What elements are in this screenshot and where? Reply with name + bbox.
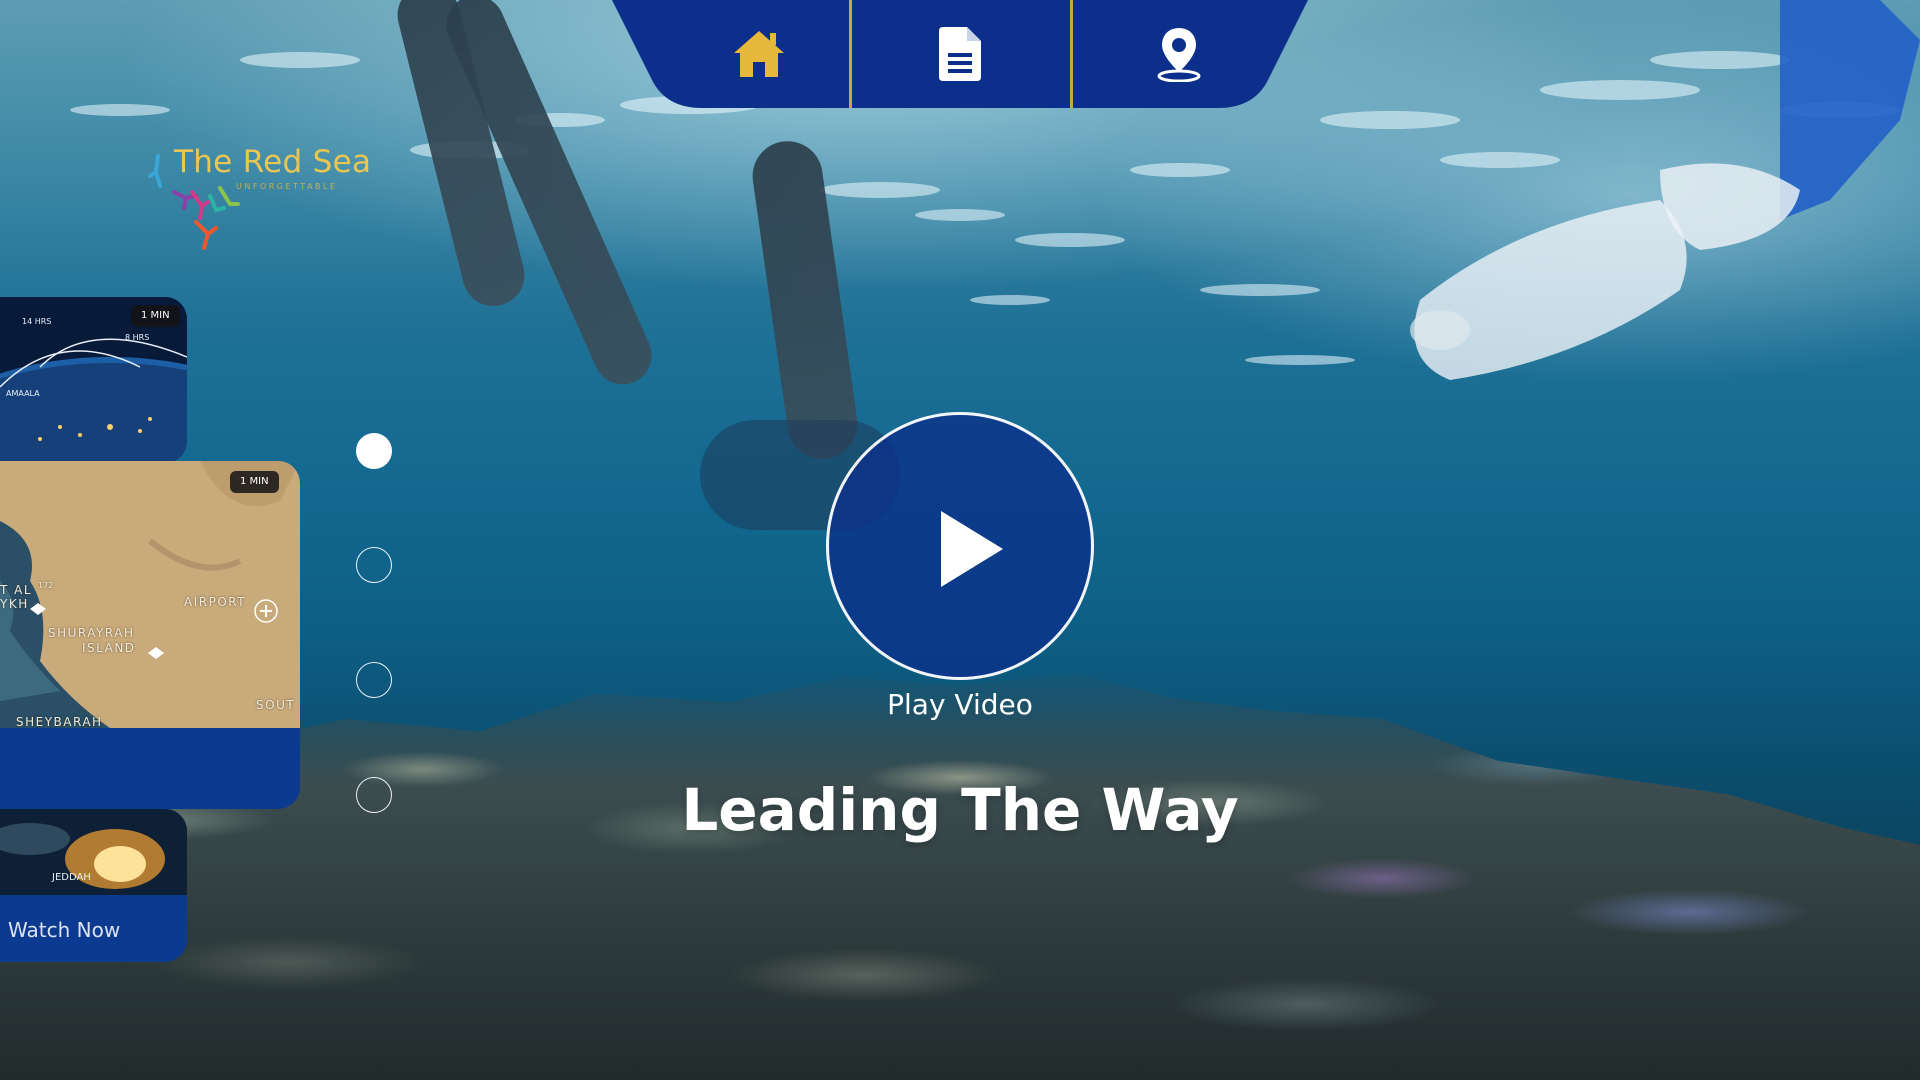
map-label: 172 bbox=[38, 581, 54, 590]
map-label: T AL bbox=[0, 583, 33, 597]
map-label: AIRPORT bbox=[184, 595, 247, 609]
nav-documents-button[interactable] bbox=[852, 0, 1070, 108]
pagination-dot-3[interactable] bbox=[356, 662, 392, 698]
pagination-dot-4[interactable] bbox=[356, 777, 392, 813]
pagination-dot-1[interactable] bbox=[356, 433, 392, 469]
brand-logo: The Red Sea UNFORGETTABLE bbox=[146, 144, 371, 250]
map-label: SHURAYRAH bbox=[48, 626, 135, 640]
map-label: 14 HRS bbox=[22, 317, 52, 326]
play-video-label[interactable]: Play Video bbox=[760, 688, 1160, 721]
nav-home-button[interactable] bbox=[650, 0, 868, 108]
pagination-dot-2[interactable] bbox=[356, 547, 392, 583]
location-pin-icon bbox=[1157, 28, 1201, 82]
map-label: YKH bbox=[0, 597, 29, 611]
map-label: ISLAND bbox=[82, 641, 136, 655]
map-label: AMAALA bbox=[6, 389, 40, 398]
hero-headline: Leading The Way bbox=[681, 776, 1239, 844]
video-card-earth[interactable]: 1 MIN 14 HRS 8 HRS AMAALA bbox=[0, 297, 187, 463]
map-label: SOUT bbox=[256, 698, 296, 712]
surface-swimmer bbox=[1410, 0, 1920, 380]
reef-logo-mark bbox=[148, 154, 240, 250]
duration-badge: 1 MIN bbox=[230, 471, 279, 493]
play-icon bbox=[941, 511, 1003, 587]
jeddah-night-thumbnail bbox=[0, 809, 187, 895]
red-sea-map-thumbnail bbox=[0, 461, 300, 728]
video-card-map[interactable]: 1 MIN T AL YKH 172 AIRPORT SHURAYRAH ISL… bbox=[0, 461, 300, 809]
home-icon bbox=[734, 31, 784, 77]
duration-badge: 1 MIN bbox=[131, 305, 180, 327]
nav-location-button[interactable] bbox=[1070, 0, 1288, 108]
map-label: SHEYBARAH bbox=[16, 715, 103, 729]
map-label: JEDDAH bbox=[52, 872, 91, 883]
play-video-button[interactable] bbox=[826, 412, 1094, 680]
document-icon bbox=[939, 27, 981, 81]
map-label: 8 HRS bbox=[125, 333, 150, 342]
watch-now-button[interactable]: Watch Now bbox=[8, 918, 120, 942]
